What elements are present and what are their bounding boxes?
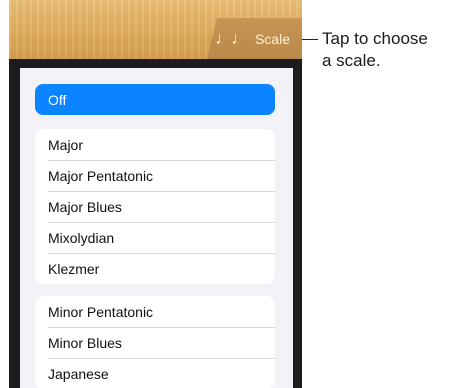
callout-line-1: Tap to choose <box>322 29 428 48</box>
scale-option-minor-blues[interactable]: Minor Blues <box>35 327 275 358</box>
major-scales-group: Major Major Pentatonic Major Blues Mixol… <box>35 129 275 284</box>
scale-option-japanese[interactable]: Japanese <box>35 358 275 388</box>
callout-line <box>302 39 318 40</box>
music-notes-icon: ♩♩ <box>214 28 249 48</box>
scale-option-major-pentatonic[interactable]: Major Pentatonic <box>35 160 275 191</box>
scale-option-major-blues[interactable]: Major Blues <box>35 191 275 222</box>
minor-scales-group: Minor Pentatonic Minor Blues Japanese <box>35 296 275 388</box>
scale-option-major[interactable]: Major <box>35 129 275 160</box>
callout-text: Tap to choose a scale. <box>322 28 447 72</box>
screen: ♩♩ Scale Tap to choose a scale. Off Majo… <box>0 0 450 388</box>
callout-line-2: a scale. <box>322 51 381 70</box>
scale-option-off[interactable]: Off <box>35 84 275 115</box>
scale-button-label: Scale <box>254 30 290 47</box>
scale-option-minor-pentatonic[interactable]: Minor Pentatonic <box>35 296 275 327</box>
scale-option-mixolydian[interactable]: Mixolydian <box>35 222 275 253</box>
scale-button[interactable]: ♩♩ Scale <box>207 18 302 59</box>
scale-list: Off Major Major Pentatonic Major Blues M… <box>20 68 293 388</box>
scale-option-klezmer[interactable]: Klezmer <box>35 253 275 284</box>
